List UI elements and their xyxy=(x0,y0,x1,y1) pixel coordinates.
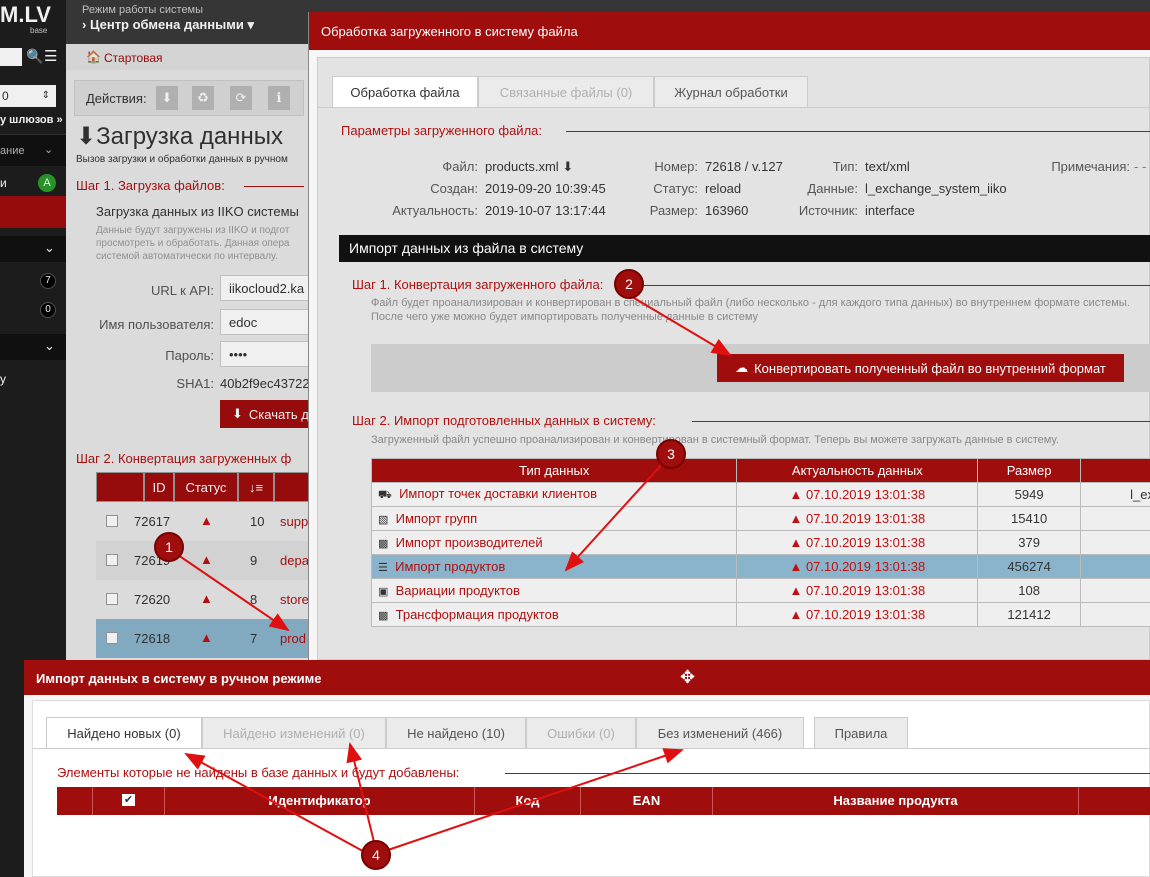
annotation-marker-3: 3 xyxy=(656,439,686,469)
annotation-marker-2: 2 xyxy=(614,269,644,299)
annotation-marker-4: 4 xyxy=(361,840,391,870)
annotation-arrows xyxy=(177,291,732,856)
arrow-2 xyxy=(623,291,732,357)
arrow-1 xyxy=(177,554,290,632)
arrow-3 xyxy=(564,461,665,572)
annotation-marker-1: 1 xyxy=(154,532,184,562)
arrow-4a xyxy=(184,753,371,856)
arrow-4b xyxy=(346,742,375,843)
arrow-4c xyxy=(387,748,684,851)
